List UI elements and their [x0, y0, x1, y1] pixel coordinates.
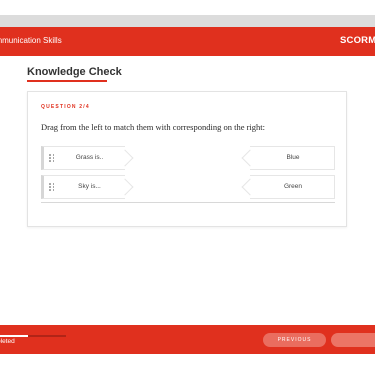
matching-area: Grass is.. Blue Sky is... Green: [41, 146, 335, 203]
question-card: QUESTION 2/4 Drag from the left to match…: [27, 91, 347, 227]
drop-target-label: Blue: [286, 154, 300, 161]
divider: [41, 202, 335, 203]
drag-item-label: Sky is...: [78, 183, 101, 190]
progress-fill: [0, 335, 28, 337]
browser-strip: [0, 15, 375, 27]
drag-item-grass[interactable]: Grass is..: [41, 146, 125, 170]
progress-bar: [0, 335, 66, 337]
progress-text: ompleted: [0, 338, 15, 345]
drag-handle-icon[interactable]: [49, 183, 55, 191]
drop-target-label: Green: [283, 183, 303, 190]
question-prompt: Drag from the left to match them with co…: [41, 122, 266, 132]
question-number: QUESTION 2/4: [41, 104, 90, 110]
course-title: ommunication Skills: [0, 36, 62, 45]
course-footer: ompleted PREVIOUS: [0, 325, 375, 354]
section-title: Knowledge Check: [27, 66, 122, 78]
previous-button[interactable]: PREVIOUS: [263, 333, 326, 347]
drop-target-blue[interactable]: Blue: [250, 146, 335, 170]
title-underline: [27, 80, 107, 82]
brand-logo: SCORMi: [340, 35, 375, 46]
drop-target-green[interactable]: Green: [250, 175, 335, 199]
course-header: ommunication Skills SCORMi: [0, 27, 375, 56]
drag-item-label: Grass is..: [75, 154, 104, 161]
drag-handle-icon[interactable]: [49, 154, 55, 162]
top-margin: [0, 0, 375, 15]
next-button[interactable]: [331, 333, 375, 347]
drag-item-sky[interactable]: Sky is...: [41, 175, 125, 199]
